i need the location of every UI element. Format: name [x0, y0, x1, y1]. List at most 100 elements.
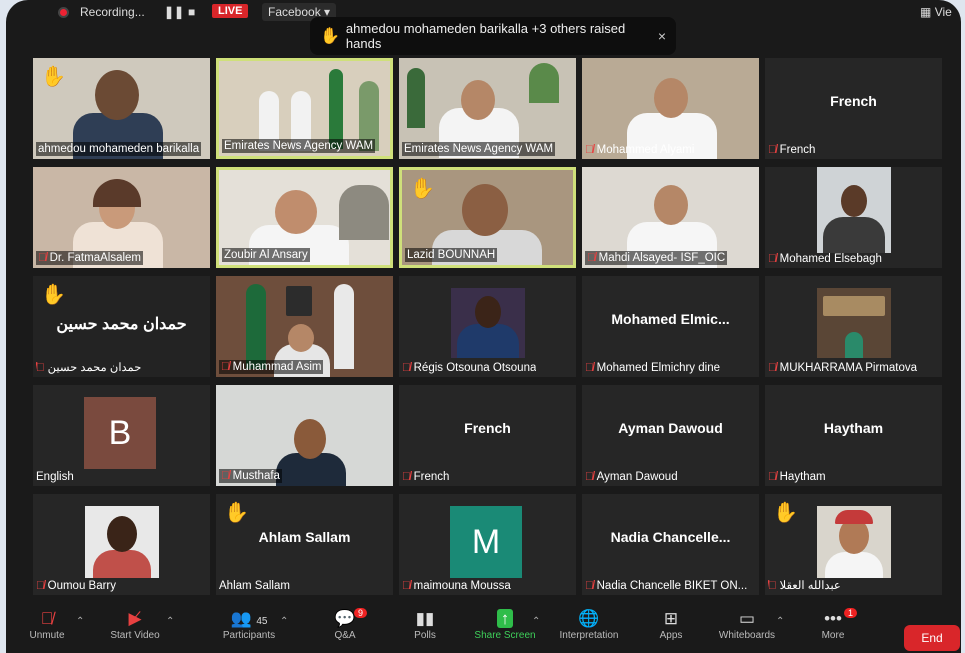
- raised-hand-icon: ✋: [41, 66, 66, 88]
- participant-tile[interactable]: Ayman Dawoud 🎙̸ Ayman Dawoud: [582, 385, 759, 486]
- avatar: B: [84, 397, 156, 469]
- participant-tile[interactable]: 🎙̸ Oumou Barry: [33, 494, 210, 595]
- share-screen-label: Share Screen: [474, 630, 536, 641]
- participant-name: Ahlam Sallam: [219, 580, 290, 592]
- participant-tile[interactable]: Emirates News Agency WAM: [216, 58, 393, 159]
- muted-mic-icon: 🎙̸: [585, 580, 594, 592]
- participant-tile[interactable]: Emirates News Agency WAM: [399, 58, 576, 159]
- muted-mic-icon: 🎙̸: [221, 361, 230, 373]
- view-button[interactable]: ▦ Vie: [920, 5, 952, 19]
- video-off-icon: ▶̸: [128, 609, 142, 628]
- whiteboards-button[interactable]: ▭ Whiteboards: [714, 608, 780, 641]
- participant-name: Emirates News Agency WAM: [222, 139, 376, 153]
- participant-name: Zoubir Al Ansary: [222, 248, 310, 262]
- participant-tile[interactable]: 🎙̸ Régis Otsouna Otsouna: [399, 276, 576, 377]
- view-label: Vie: [934, 5, 952, 19]
- participant-name: 🎙̸ Muhammad Asim: [219, 360, 324, 374]
- participant-video: [451, 288, 525, 358]
- start-video-button[interactable]: ▶̸ Start Video: [102, 608, 168, 641]
- grid-icon: ▦: [920, 5, 932, 19]
- participant-tile[interactable]: B English: [33, 385, 210, 486]
- participant-tile[interactable]: 🎙̸ MUKHARRAMA Pirmatova: [765, 276, 942, 377]
- participant-display-name: Ahlam Sallam: [258, 529, 351, 545]
- participant-display-name: حمدان محمد حسين: [56, 316, 187, 333]
- participant-name: Emirates News Agency WAM: [402, 142, 556, 156]
- participant-name: 🎙̸ حمدان محمد حسين: [36, 362, 142, 374]
- meeting-window: Recording... ❚❚ ■ LIVE Facebook ▾ ▦ Vie …: [6, 0, 961, 653]
- chevron-up-icon[interactable]: ⌃: [280, 616, 288, 627]
- participant-display-name: Ayman Dawoud: [618, 420, 723, 436]
- share-screen-icon: ↑: [472, 608, 538, 630]
- end-meeting-button[interactable]: End: [904, 625, 960, 651]
- muted-mic-icon: 🎙̸: [402, 580, 411, 592]
- apps-button[interactable]: ⊞ Apps: [638, 608, 704, 641]
- stop-recording-icon[interactable]: ■: [188, 5, 195, 19]
- participant-video: [85, 506, 159, 578]
- participant-tile[interactable]: ✋ Ahlam Sallam Ahlam Sallam: [216, 494, 393, 595]
- participant-tile[interactable]: ✋ حمدان محمد حسين 🎙̸ حمدان محمد حسين: [33, 276, 210, 377]
- unmute-button[interactable]: 🎙̸ Unmute: [14, 608, 80, 641]
- participant-video: [817, 506, 891, 578]
- participants-icon: 👥 45: [230, 609, 268, 628]
- recording-label[interactable]: Recording...: [80, 5, 145, 19]
- participant-name: 🎙̸ Mohammed Alyami: [585, 144, 695, 156]
- participant-tile[interactable]: Mohamed Elmic... 🎙̸ Mohamed Elmichry dine: [582, 276, 759, 377]
- unmute-label: Unmute: [29, 630, 65, 641]
- participant-name: 🎙̸ Régis Otsouna Otsouna: [402, 362, 537, 374]
- polls-icon: ▮▮: [415, 609, 435, 628]
- participant-name: 🎙̸ Dr. FatmaAlsalem: [36, 251, 144, 265]
- qa-icon: 💬: [334, 609, 356, 628]
- muted-mic-icon: 🎙̸: [768, 580, 777, 592]
- close-icon[interactable]: ×: [658, 28, 666, 44]
- qa-button[interactable]: 💬 9 Q&A: [312, 608, 378, 641]
- interpretation-button[interactable]: 🌐 Interpretation: [556, 608, 622, 641]
- participant-tile[interactable]: ✋ ahmedou mohameden barikalla: [33, 58, 210, 159]
- more-button[interactable]: ••• 1 More: [800, 608, 866, 641]
- participant-tile[interactable]: French 🎙̸ French: [399, 385, 576, 486]
- participant-display-name: Haytham: [823, 420, 884, 436]
- apps-label: Apps: [659, 630, 683, 641]
- participant-name: 🎙̸ Nadia Chancelle BIKET ON...: [585, 580, 748, 592]
- participant-tile[interactable]: 🎙̸ Mohammed Alyami: [582, 58, 759, 159]
- muted-mic-icon: 🎙̸: [221, 470, 230, 482]
- participant-tile[interactable]: French 🎙̸ French: [765, 58, 942, 159]
- participant-tile[interactable]: Zoubir Al Ansary: [216, 167, 393, 268]
- participant-name: 🎙̸ Mahdi Alsayed- ISF_OIC: [585, 251, 728, 265]
- participant-display-name: Nadia Chancelle...: [610, 529, 731, 545]
- participant-tile[interactable]: 🎙̸ Musthafa: [216, 385, 393, 486]
- participant-tile[interactable]: ✋ Lazid BOUNNAH: [399, 167, 576, 268]
- participant-tile[interactable]: 🎙̸ Dr. FatmaAlsalem: [33, 167, 210, 268]
- facebook-label: Facebook: [268, 5, 321, 19]
- muted-mic-icon: 🎙̸: [768, 471, 777, 483]
- participant-tile[interactable]: ✋ 🎙̸ عبدالله العقلا: [765, 494, 942, 595]
- globe-icon: 🌐: [578, 609, 600, 628]
- participant-display-name: Mohamed Elmic...: [611, 311, 730, 327]
- participants-label: Participants: [222, 630, 276, 641]
- participant-name: 🎙̸ French: [768, 144, 816, 156]
- participant-name: 🎙̸ Mohamed Elmichry dine: [585, 362, 720, 374]
- participants-button[interactable]: 👥 45 Participants: [216, 608, 282, 641]
- participant-tile[interactable]: 🎙̸ Mahdi Alsayed- ISF_OIC: [582, 167, 759, 268]
- chevron-up-icon[interactable]: ⌃: [776, 616, 784, 627]
- pause-recording-icon[interactable]: ❚❚: [164, 5, 184, 19]
- participant-tile[interactable]: Haytham 🎙̸ Haytham: [765, 385, 942, 486]
- participant-tile[interactable]: Nadia Chancelle... 🎙̸ Nadia Chancelle BIK…: [582, 494, 759, 595]
- polls-button[interactable]: ▮▮ Polls: [392, 608, 458, 641]
- participant-display-name: French: [464, 420, 511, 436]
- raised-hand-icon: ✋: [41, 284, 66, 306]
- participant-tile[interactable]: M 🎙̸ maimouna Moussa: [399, 494, 576, 595]
- apps-icon: ⊞: [663, 609, 679, 628]
- chevron-up-icon[interactable]: ⌃: [532, 616, 540, 627]
- participant-tile[interactable]: 🎙̸ Muhammad Asim: [216, 276, 393, 377]
- raised-hand-icon: ✋: [773, 502, 798, 524]
- participant-tile[interactable]: 🎙̸ Mohamed Elsebagh: [765, 167, 942, 268]
- polls-label: Polls: [414, 630, 436, 641]
- chevron-up-icon[interactable]: ⌃: [166, 616, 174, 627]
- participant-name: 🎙̸ Haytham: [768, 471, 826, 483]
- qa-label: Q&A: [334, 630, 356, 641]
- participant-name: 🎙̸ MUKHARRAMA Pirmatova: [768, 362, 918, 374]
- chevron-up-icon[interactable]: ⌃: [76, 616, 84, 627]
- share-screen-button[interactable]: ↑ Share Screen: [472, 608, 538, 641]
- participant-video: [817, 288, 891, 358]
- muted-mic-icon: 🎙̸: [768, 253, 777, 265]
